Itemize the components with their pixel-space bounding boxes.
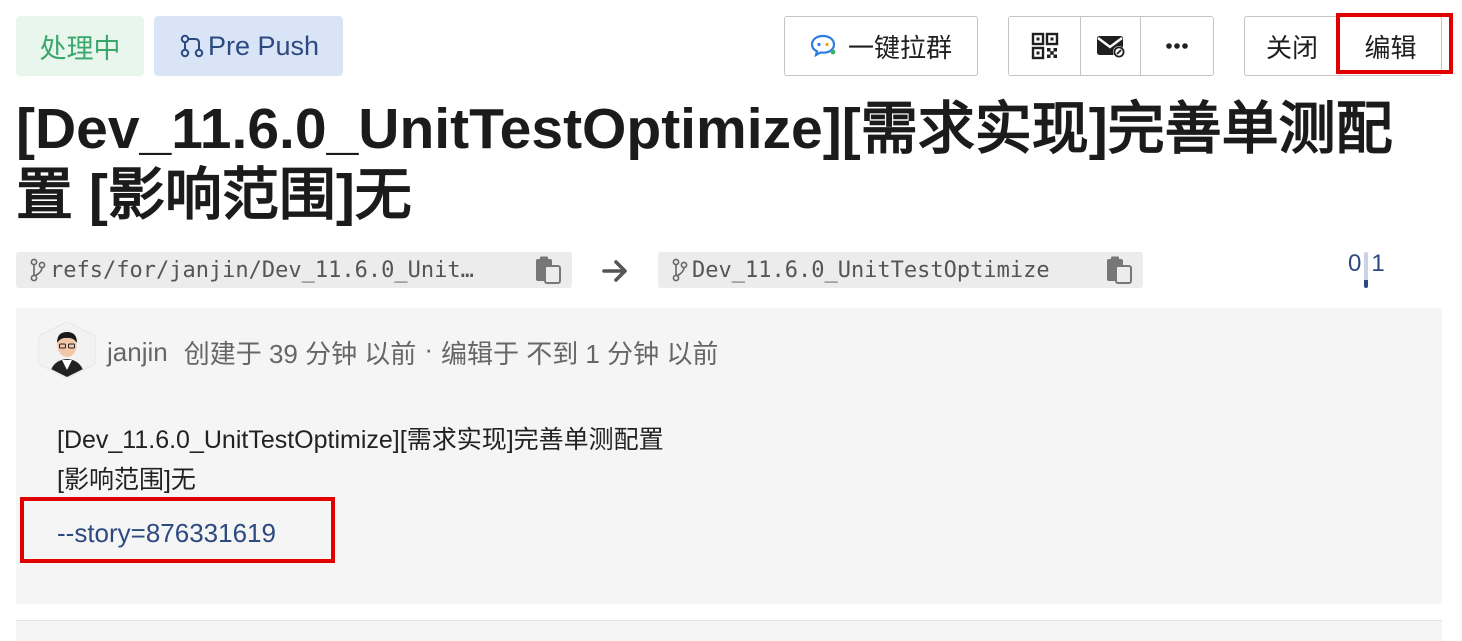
- behind-count: 0: [1348, 250, 1362, 277]
- edit-label: 编辑: [1364, 32, 1417, 63]
- page-title: [Dev_11.6.0_UnitTestOptimize][需求实现]完善单测配…: [16, 97, 1393, 227]
- pre-push-badge[interactable]: Pre Push: [154, 16, 343, 76]
- copy-icon[interactable]: [1105, 255, 1133, 285]
- chat-bubble-icon: [810, 33, 838, 59]
- branch-icon: [30, 258, 46, 282]
- author-name[interactable]: janjin: [107, 337, 168, 368]
- avatar[interactable]: [37, 321, 97, 379]
- meta-separator: ·: [424, 334, 433, 364]
- more-dots-icon: [1165, 42, 1189, 50]
- target-branch-name: Dev_11.6.0_UnitTestOptimize: [692, 257, 1050, 283]
- next-section-card: [16, 620, 1442, 641]
- mail-share-icon: [1096, 33, 1126, 59]
- activity-meta: janjin 创建于 39 分钟 以前 · 编辑于 不到 1 分钟 以前: [107, 334, 718, 371]
- group-chat-button[interactable]: 一键拉群: [784, 16, 978, 76]
- pre-push-label: Pre Push: [207, 30, 320, 61]
- source-branch-ref[interactable]: refs/for/janjin/Dev_11.6.0_Unit…: [16, 252, 572, 288]
- description-line-2: [影响范围]无: [57, 466, 196, 494]
- description-line-1: [Dev_11.6.0_UnitTestOptimize][需求实现]完善单测配…: [57, 426, 664, 454]
- ahead-count: 1: [1371, 250, 1385, 277]
- close-label: 关闭: [1265, 32, 1318, 63]
- source-branch-name: refs/for/janjin/Dev_11.6.0_Unit…: [50, 257, 474, 283]
- qr-code-icon: [1031, 32, 1059, 60]
- copy-icon[interactable]: [534, 255, 562, 285]
- story-link[interactable]: --story=876331619: [57, 518, 276, 549]
- target-branch-ref[interactable]: Dev_11.6.0_UnitTestOptimize: [658, 252, 1143, 288]
- commit-divergence-counter: 0 1: [1348, 250, 1385, 290]
- group-chat-label: 一键拉群: [847, 32, 952, 63]
- qr-code-button[interactable]: [1009, 17, 1082, 75]
- email-button[interactable]: [1081, 17, 1141, 75]
- divergence-bar: [1364, 252, 1369, 288]
- merge-arrow-icon: [600, 256, 632, 291]
- more-button[interactable]: [1140, 17, 1213, 75]
- created-time: 创建于 39 分钟 以前: [183, 339, 417, 369]
- close-button[interactable]: 关闭: [1244, 16, 1340, 76]
- status-label: 处理中: [39, 33, 121, 64]
- edit-button[interactable]: 编辑: [1339, 16, 1442, 76]
- status-badge: 处理中: [16, 16, 144, 76]
- share-actions-group: [1008, 16, 1214, 76]
- edited-time: 编辑于 不到 1 分钟 以前: [440, 339, 719, 369]
- branch-icon: [672, 258, 688, 282]
- branch-flow-icon: [178, 32, 206, 60]
